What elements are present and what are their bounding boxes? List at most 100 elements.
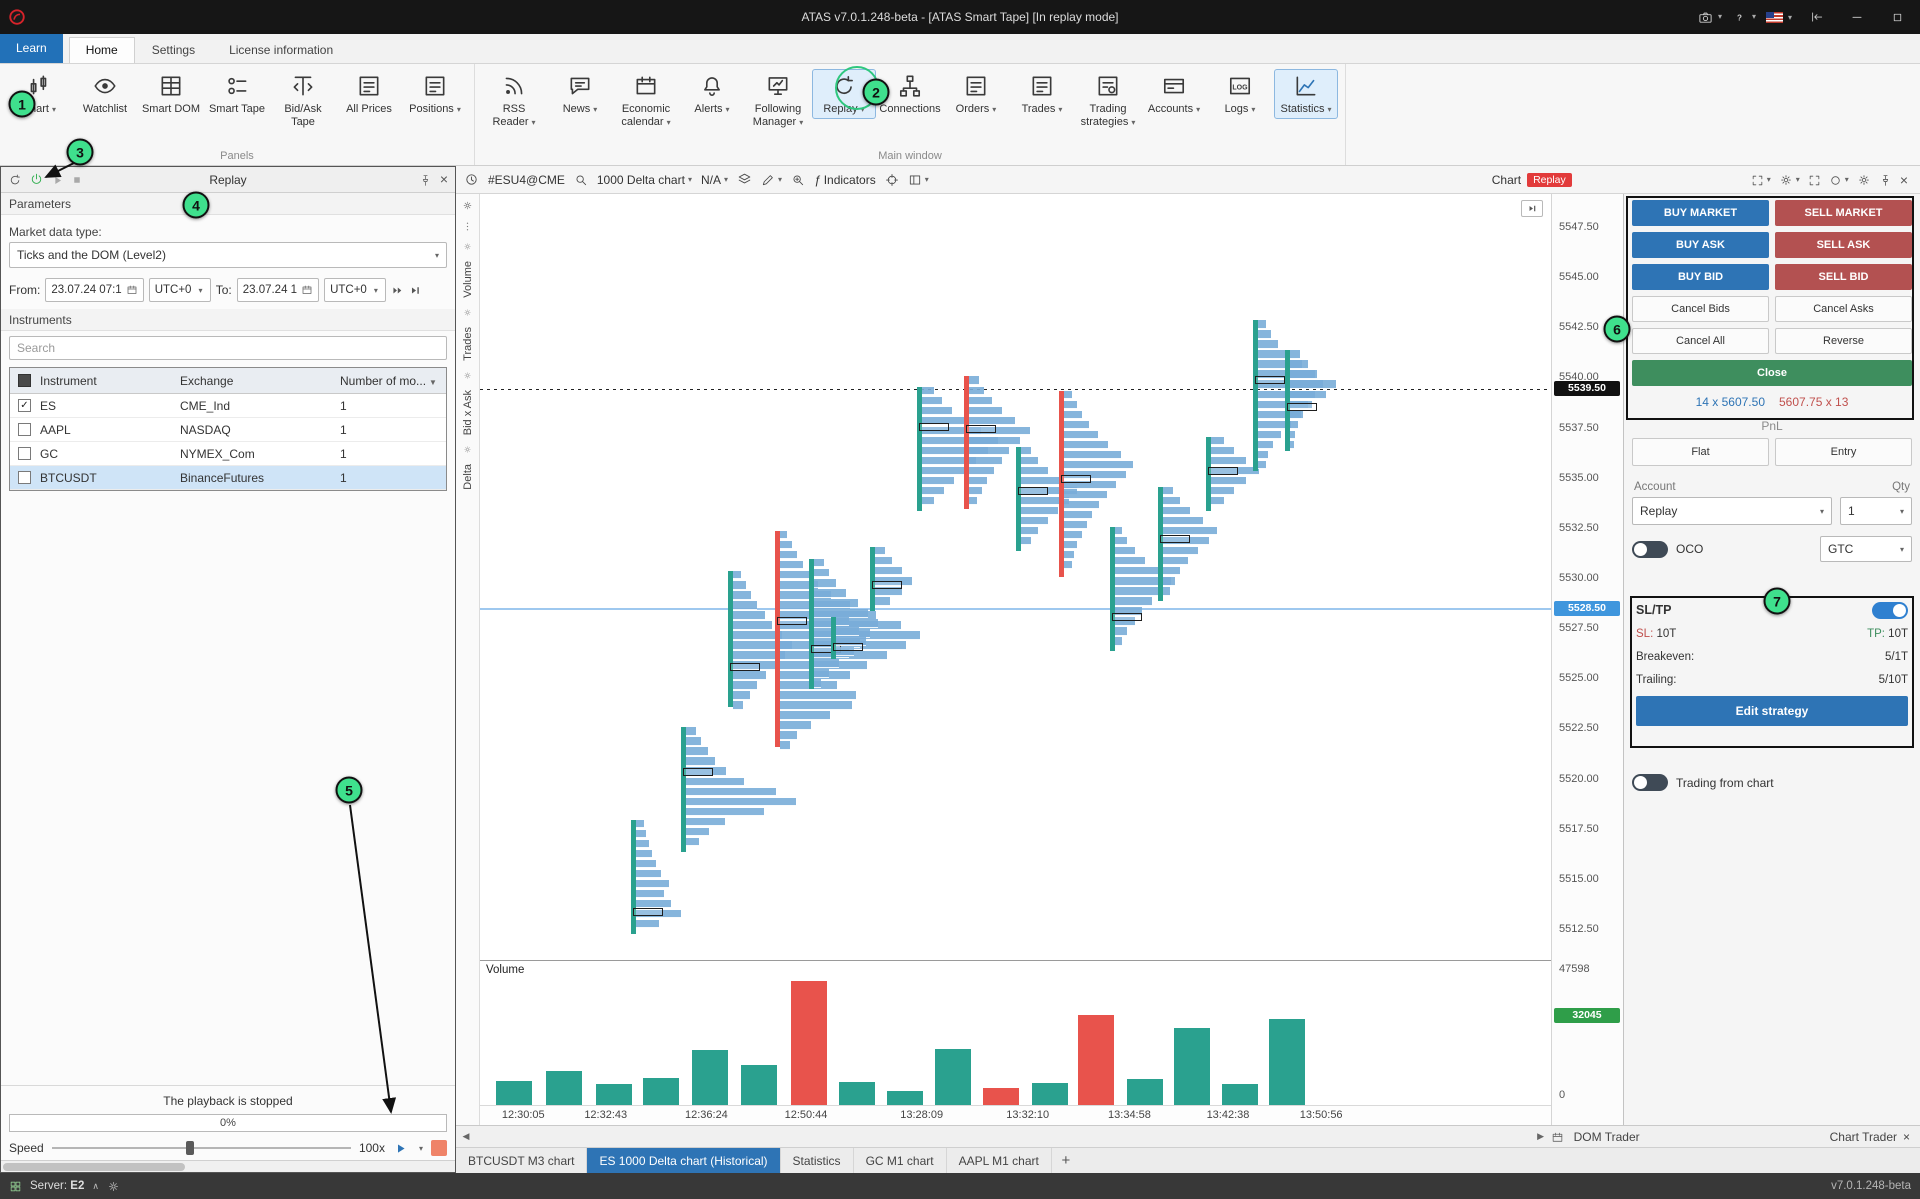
ribbon-item-all-prices[interactable]: All Prices [337, 69, 401, 119]
dom-trader-tab[interactable]: DOM Trader [1564, 1126, 1650, 1147]
tab-learn[interactable]: Learn [0, 33, 63, 63]
strip-label-volume[interactable]: Volume [462, 261, 474, 298]
ribbon-item-watchlist[interactable]: Watchlist [73, 69, 137, 119]
ribbon-item-accounts[interactable]: Accounts▾ [1142, 69, 1206, 119]
ribbon-item-logs[interactable]: LOGLogs▾ [1208, 69, 1272, 119]
playback-stop-button[interactable] [431, 1140, 447, 1156]
buy-market-button[interactable]: BUY MARKET [1632, 200, 1769, 226]
chart-area[interactable]: VolumeTradesBid x AskDelta Volume 12:30:… [456, 194, 1623, 1125]
strip-label-delta[interactable]: Delta [462, 464, 474, 490]
close-chart-icon[interactable]: × [1900, 172, 1908, 188]
calendar-icon[interactable] [301, 284, 313, 296]
dock-window-button[interactable] [1802, 5, 1832, 29]
tab-home[interactable]: Home [69, 37, 135, 63]
table-row[interactable]: GCNYMEX_Com1 [10, 442, 446, 466]
power-button[interactable] [29, 172, 44, 187]
tab-es-1000-delta-chart-historical[interactable]: ES 1000 Delta chart (Historical) [587, 1148, 780, 1173]
to-timezone-select[interactable]: UTC+0▾ [324, 278, 386, 302]
cancel-asks-button[interactable]: Cancel Asks [1775, 296, 1912, 322]
layers-icon[interactable] [737, 172, 752, 187]
server-status[interactable]: Server: E2 [30, 1180, 84, 1192]
chart-trader-tab[interactable]: Chart Trader× [1820, 1126, 1920, 1147]
ribbon-item-bid-ask-tape[interactable]: Bid/Ask Tape [271, 69, 335, 131]
table-row[interactable]: ✓ESCME_Ind1 [10, 394, 446, 418]
sell-bid-button[interactable]: SELL BID [1775, 264, 1912, 290]
calendar-icon[interactable] [126, 284, 138, 296]
play-button-header[interactable] [51, 172, 64, 186]
close-panel-icon[interactable]: × [440, 172, 448, 186]
row-checkbox[interactable] [18, 423, 31, 436]
skip-to-end-icon[interactable] [409, 283, 422, 297]
ribbon-item-trades[interactable]: Trades▾ [1010, 69, 1074, 119]
panel-layout-button[interactable]: ▾ [908, 172, 929, 187]
mode-selector[interactable]: N/A▾ [701, 173, 728, 187]
ribbon-item-orders[interactable]: Orders▾ [944, 69, 1008, 119]
tab-aapl-m1-chart[interactable]: AAPL M1 chart [947, 1148, 1052, 1173]
close-position-button[interactable]: Close [1632, 360, 1912, 386]
qty-select[interactable]: 1▾ [1840, 497, 1912, 525]
gear-icon[interactable] [1857, 172, 1871, 187]
search-input[interactable] [10, 341, 446, 355]
table-row[interactable]: BTCUSDTBinanceFutures1 [10, 466, 446, 490]
help-button[interactable]: ?▾ [1732, 9, 1756, 24]
ribbon-item-alerts[interactable]: Alerts▾ [680, 69, 744, 119]
speed-slider-thumb[interactable] [186, 1141, 194, 1155]
row-checkbox[interactable] [18, 471, 31, 484]
draw-tool[interactable]: ▾ [761, 172, 782, 187]
go-to-realtime-button[interactable] [1521, 200, 1543, 217]
playback-play-button[interactable] [393, 1140, 408, 1155]
period-selector[interactable]: 1000 Delta chart▾ [597, 173, 692, 187]
reverse-button[interactable]: Reverse [1775, 328, 1912, 354]
ribbon-item-statistics[interactable]: Statistics▾ [1274, 69, 1338, 119]
replay-clock-icon[interactable] [464, 172, 479, 187]
time-axis[interactable]: 12:30:0512:32:4312:36:2412:50:4413:28:09… [480, 1105, 1551, 1125]
speed-slider[interactable] [52, 1141, 351, 1155]
cluster-chart-canvas[interactable] [480, 194, 1551, 960]
session-calendar-icon[interactable] [1551, 1129, 1564, 1143]
chevron-up-icon[interactable]: ∧ [92, 1181, 99, 1192]
crosshair-icon[interactable] [885, 172, 899, 187]
minimize-button[interactable] [1842, 5, 1872, 29]
ribbon-item-economic-calendar[interactable]: Economic calendar▾ [614, 69, 678, 131]
col-exchange[interactable]: Exchange [180, 374, 340, 388]
maximize-button[interactable] [1882, 5, 1912, 29]
entry-button[interactable]: Entry [1775, 438, 1912, 466]
ribbon-item-chart[interactable]: Chart▾ [7, 69, 71, 119]
tif-select[interactable]: GTC▾ [1820, 536, 1912, 562]
search-icon[interactable] [574, 172, 588, 187]
settings-button[interactable]: ▾ [1779, 172, 1800, 187]
tab-statistics[interactable]: Statistics [781, 1148, 854, 1173]
ribbon-item-rss-reader[interactable]: RSS Reader▾ [482, 69, 546, 131]
ribbon-item-replay[interactable]: Replay▾ [812, 69, 876, 119]
ribbon-item-connections[interactable]: Connections [878, 69, 942, 119]
scroll-right-arrow[interactable]: ▶ [1531, 1131, 1551, 1142]
chart-symbol[interactable]: #ESU4@CME [488, 173, 565, 187]
strip-label-trades[interactable]: Trades [462, 327, 474, 361]
to-date-field[interactable]: 23.07.24 1 [237, 278, 319, 302]
screenshot-button[interactable]: ▾ [1698, 9, 1722, 24]
fast-forward-icon[interactable] [391, 283, 404, 297]
play-options-caret[interactable]: ▾ [419, 1144, 423, 1153]
buy-ask-button[interactable]: BUY ASK [1632, 232, 1769, 258]
theme-button[interactable]: ▾ [1829, 172, 1849, 186]
select-all-checkbox[interactable] [18, 374, 31, 387]
row-checkbox[interactable]: ✓ [18, 399, 31, 412]
from-timezone-select[interactable]: UTC+0▾ [149, 278, 211, 302]
scroll-left-arrow[interactable]: ◀ [456, 1131, 476, 1142]
market-data-type-select[interactable]: Ticks and the DOM (Level2)▾ [9, 242, 447, 268]
table-row[interactable]: AAPLNASDAQ1 [10, 418, 446, 442]
pin-icon[interactable] [1879, 172, 1892, 186]
tab-license-information[interactable]: License information [212, 37, 350, 63]
settings-gear-icon[interactable] [107, 1180, 120, 1193]
ribbon-item-news[interactable]: News▾ [548, 69, 612, 119]
cancel-bids-button[interactable]: Cancel Bids [1632, 296, 1769, 322]
playback-progress[interactable]: 0% [9, 1114, 447, 1132]
tab-settings[interactable]: Settings [135, 37, 212, 63]
volume-pane[interactable]: Volume [480, 960, 1551, 1105]
panel-hscrollbar[interactable] [1, 1160, 455, 1172]
from-date-field[interactable]: 23.07.24 07:1 [45, 278, 143, 302]
fullscreen-icon[interactable] [1808, 172, 1821, 186]
sell-ask-button[interactable]: SELL ASK [1775, 232, 1912, 258]
edit-strategy-button[interactable]: Edit strategy [1636, 696, 1908, 726]
trading-from-chart-toggle[interactable] [1632, 774, 1668, 791]
